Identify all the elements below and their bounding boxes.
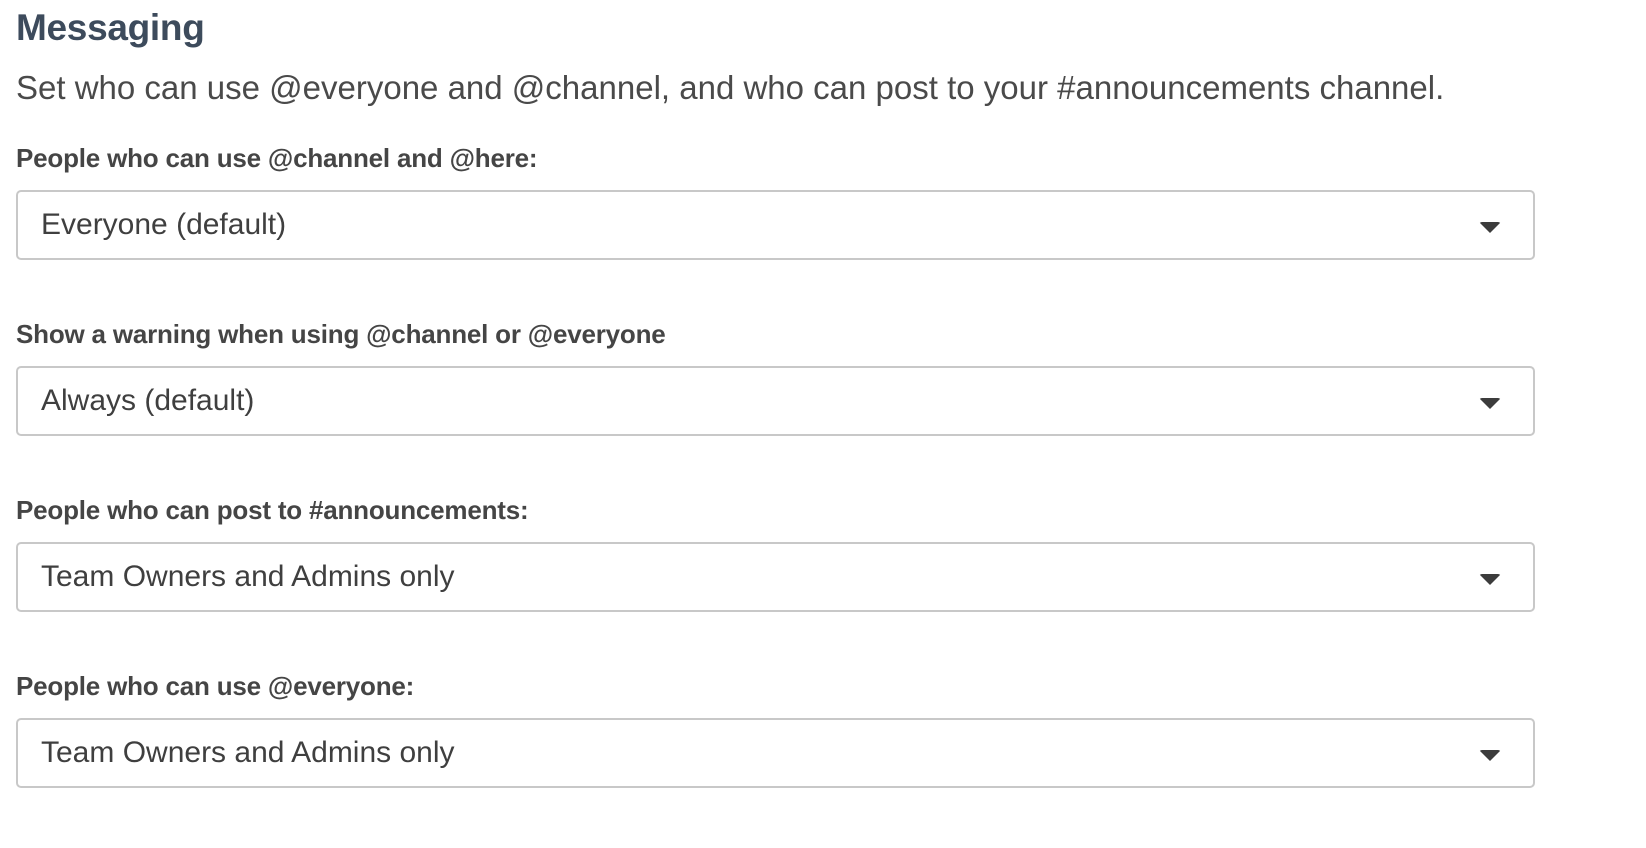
announcements-permission-value: Team Owners and Admins only [41,560,455,593]
announcements-permission-field: People who can post to #announcements: T… [16,492,1535,612]
warning-setting-select[interactable]: Always (default) [16,366,1535,436]
channel-here-permission-field: People who can use @channel and @here: E… [16,140,1535,260]
warning-setting-field: Show a warning when using @channel or @e… [16,316,1535,436]
everyone-permission-select[interactable]: Team Owners and Admins only [16,718,1535,788]
announcements-permission-label: People who can post to #announcements: [16,495,529,525]
channel-here-permission-value: Everyone (default) [41,208,287,241]
chevron-down-icon [1479,750,1501,761]
announcements-permission-select[interactable]: Team Owners and Admins only [16,542,1535,612]
warning-setting-value: Always (default) [41,384,255,417]
messaging-settings-section: Messaging Set who can use @everyone and … [0,0,1535,788]
section-title: Messaging [16,7,205,48]
everyone-permission-value: Team Owners and Admins only [41,736,455,769]
channel-here-permission-label: People who can use @channel and @here: [16,143,538,173]
chevron-down-icon [1479,222,1501,233]
warning-setting-label: Show a warning when using @channel or @e… [16,319,666,349]
everyone-permission-field: People who can use @everyone: Team Owner… [16,668,1535,788]
chevron-down-icon [1479,398,1501,409]
section-description: Set who can use @everyone and @channel, … [16,69,1445,106]
chevron-down-icon [1479,574,1501,585]
everyone-permission-label: People who can use @everyone: [16,671,415,701]
channel-here-permission-select[interactable]: Everyone (default) [16,190,1535,260]
